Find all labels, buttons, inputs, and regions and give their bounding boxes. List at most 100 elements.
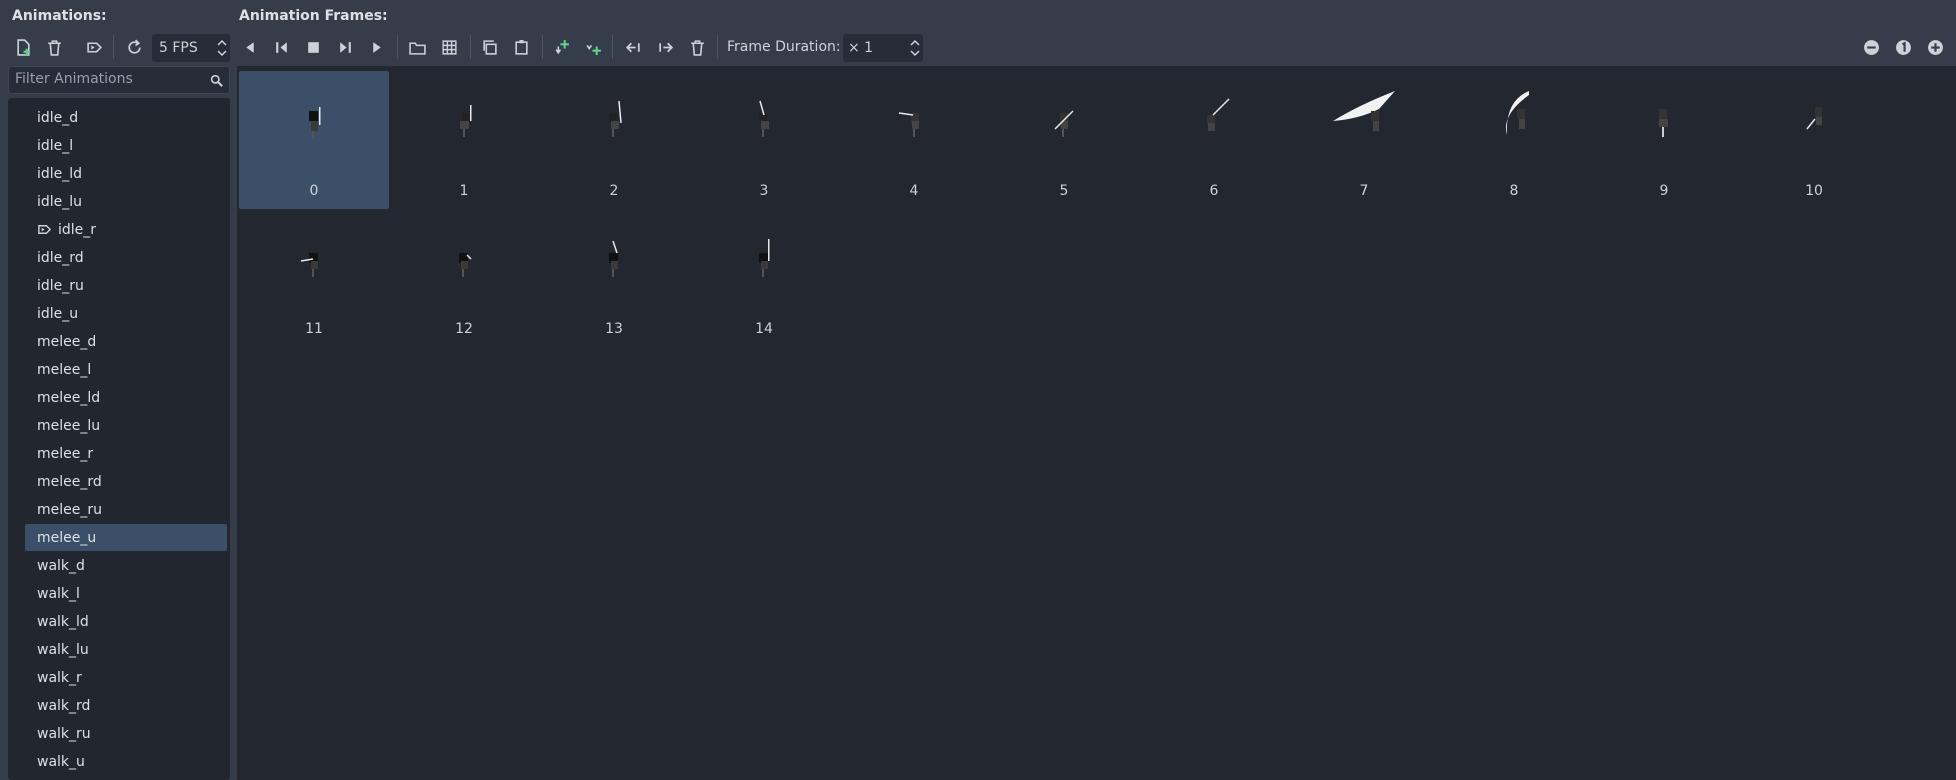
autoplay-tag-icon bbox=[38, 225, 52, 234]
animation-list-item[interactable]: walk_d bbox=[25, 552, 227, 579]
loop-icon[interactable] bbox=[121, 34, 147, 60]
insert-before-icon[interactable] bbox=[548, 34, 574, 60]
animation-list-item[interactable]: melee_rd bbox=[25, 468, 227, 495]
animation-list-item-label: melee_u bbox=[37, 529, 97, 546]
new-animation-icon[interactable] bbox=[10, 34, 36, 60]
animation-frame[interactable]: 4 bbox=[839, 71, 989, 209]
frame-index-label: 4 bbox=[909, 183, 919, 199]
frame-sprite-thumbnail bbox=[609, 240, 618, 277]
animation-frame[interactable]: 10 bbox=[1739, 71, 1889, 209]
animation-list-item-label: walk_r bbox=[37, 669, 82, 686]
animation-list-item[interactable]: idle_d bbox=[25, 104, 227, 131]
animation-list-item[interactable]: idle_ru bbox=[25, 272, 227, 299]
animation-frame[interactable]: 7 bbox=[1289, 71, 1439, 209]
play-from-start-icon[interactable] bbox=[332, 34, 358, 60]
animation-frame[interactable]: 0 bbox=[239, 71, 389, 209]
animation-list-item[interactable]: walk_rd bbox=[25, 692, 227, 719]
animation-list-item[interactable]: idle_l bbox=[25, 132, 227, 159]
frame-sprite-thumbnail bbox=[1806, 107, 1822, 130]
animation-list-item-label: idle_ld bbox=[37, 165, 83, 182]
paste-frame-icon[interactable] bbox=[508, 34, 534, 60]
animation-frame[interactable]: 8 bbox=[1439, 71, 1589, 209]
animation-list-item-label: melee_lu bbox=[37, 417, 101, 434]
move-right-icon[interactable] bbox=[652, 34, 678, 60]
animation-list-item[interactable]: melee_d bbox=[25, 328, 227, 355]
animation-list-item-label: walk_d bbox=[37, 557, 85, 574]
frame-index-label: 10 bbox=[1805, 183, 1823, 199]
frame-duration-spinbox[interactable]: × 1 bbox=[843, 34, 923, 62]
animation-frame[interactable]: 9 bbox=[1589, 71, 1739, 209]
animation-list-item-label: idle_u bbox=[37, 305, 79, 322]
add-frame-from-file-icon[interactable] bbox=[404, 34, 430, 60]
zoom-out-icon[interactable] bbox=[1858, 34, 1884, 60]
animation-list-item[interactable]: walk_l bbox=[25, 580, 227, 607]
animation-list-item[interactable]: walk_r bbox=[25, 664, 227, 691]
frame-sprite-thumbnail bbox=[759, 239, 770, 277]
animation-frame[interactable]: 3 bbox=[689, 71, 839, 209]
animation-list-item-label: idle_rd bbox=[37, 249, 84, 266]
frame-index-label: 5 bbox=[1059, 183, 1069, 199]
animation-frames-title: Animation Frames: bbox=[239, 8, 388, 24]
animation-frame[interactable]: 6 bbox=[1139, 71, 1289, 209]
animation-list-item[interactable]: idle_u bbox=[25, 300, 227, 327]
play-backwards-from-end-icon[interactable] bbox=[268, 34, 294, 60]
filter-animations-input[interactable] bbox=[15, 71, 205, 87]
animation-list-item[interactable]: walk_ru bbox=[25, 720, 227, 747]
animation-list-item[interactable]: melee_l bbox=[25, 356, 227, 383]
frame-index-label: 6 bbox=[1209, 183, 1219, 199]
animation-list-item[interactable]: idle_ld bbox=[25, 160, 227, 187]
filter-animations-field[interactable] bbox=[8, 66, 230, 94]
animation-frame[interactable]: 14 bbox=[689, 209, 839, 347]
fps-spinbox[interactable]: 5 FPS bbox=[152, 34, 230, 62]
animation-list-item[interactable]: melee_r bbox=[25, 440, 227, 467]
delete-animation-icon[interactable] bbox=[41, 34, 67, 60]
animation-list-item[interactable]: walk_ld bbox=[25, 608, 227, 635]
autoplay-on-load-icon[interactable] bbox=[81, 34, 107, 60]
frame-index-label: 8 bbox=[1509, 183, 1519, 199]
animation-list-item[interactable]: idle_rd bbox=[25, 244, 227, 271]
animation-list-item[interactable]: walk_u bbox=[25, 748, 227, 775]
animation-list-item[interactable]: melee_ru bbox=[25, 496, 227, 523]
animation-list-item-label: melee_ld bbox=[37, 389, 101, 406]
spin-arrows-icon bbox=[217, 39, 227, 57]
add-frames-from-sprite-sheet-icon[interactable] bbox=[436, 34, 462, 60]
animation-list-item[interactable]: melee_ld bbox=[25, 384, 227, 411]
frame-sprite-thumbnail bbox=[1505, 91, 1529, 135]
animation-list-item[interactable]: idle_lu bbox=[25, 188, 227, 215]
animation-list-item-label: walk_lu bbox=[37, 641, 89, 658]
animation-list-item-label: walk_rd bbox=[37, 697, 91, 714]
zoom-in-icon[interactable] bbox=[1922, 34, 1948, 60]
frame-duration-value: × 1 bbox=[848, 40, 874, 56]
animation-list-item-label: melee_r bbox=[37, 445, 94, 462]
animation-frame[interactable]: 12 bbox=[389, 209, 539, 347]
stop-icon[interactable] bbox=[300, 34, 326, 60]
frame-sprite-thumbnail bbox=[309, 107, 321, 139]
animation-list-item[interactable]: idle_r bbox=[25, 216, 227, 243]
animation-list-item-label: walk_ld bbox=[37, 613, 89, 630]
animation-list-item-label: melee_d bbox=[37, 333, 97, 350]
play-icon[interactable] bbox=[364, 34, 390, 60]
frame-index-label: 2 bbox=[609, 183, 619, 199]
animation-frame[interactable]: 5 bbox=[989, 71, 1139, 209]
animation-frame[interactable]: 2 bbox=[539, 71, 689, 209]
frame-sprite-thumbnail bbox=[1207, 98, 1230, 131]
frame-sprite-thumbnail bbox=[460, 105, 472, 137]
animation-list-item[interactable]: melee_u bbox=[25, 524, 227, 551]
animation-list-item-label: idle_l bbox=[37, 137, 74, 154]
delete-frame-icon[interactable] bbox=[684, 34, 710, 60]
frame-index-label: 13 bbox=[605, 321, 623, 337]
animation-frame[interactable]: 13 bbox=[539, 209, 689, 347]
animation-list-item-label: walk_ru bbox=[37, 725, 91, 742]
animation-list-item[interactable]: walk_lu bbox=[25, 636, 227, 663]
move-left-icon[interactable] bbox=[620, 34, 646, 60]
animation-list-item[interactable]: melee_lu bbox=[25, 412, 227, 439]
frame-index-label: 3 bbox=[759, 183, 769, 199]
animation-frame[interactable]: 1 bbox=[389, 71, 539, 209]
copy-frame-icon[interactable] bbox=[476, 34, 502, 60]
insert-after-icon[interactable] bbox=[580, 34, 606, 60]
animation-frame[interactable]: 11 bbox=[239, 209, 389, 347]
play-backwards-icon[interactable] bbox=[236, 34, 262, 60]
frame-sprite-thumbnail bbox=[609, 100, 622, 137]
fps-value: 5 FPS bbox=[159, 40, 198, 56]
zoom-reset-icon[interactable] bbox=[1890, 34, 1916, 60]
